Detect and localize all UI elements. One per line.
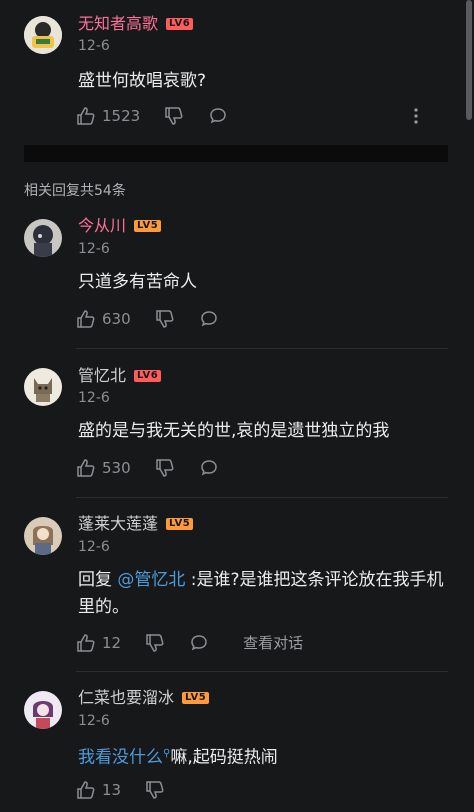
like-button[interactable]: 1523 (76, 106, 140, 126)
username-text[interactable]: 无知者高歌 (78, 14, 158, 34)
like-button[interactable]: 630 (76, 309, 131, 329)
username-text[interactable]: 仁菜也要溜冰 (78, 688, 174, 708)
avatar[interactable] (24, 517, 62, 555)
reply-button[interactable] (199, 458, 219, 478)
like-button[interactable]: 13 (76, 780, 121, 800)
comment-content: 盛的是与我无关的世,哀的是遗世独立的我 (78, 421, 390, 441)
divider (76, 348, 448, 349)
like-count: 1523 (102, 107, 141, 125)
like-count: 12 (102, 633, 122, 652)
reply-button[interactable] (208, 106, 228, 126)
dislike-button[interactable] (164, 106, 184, 126)
comment-bubble-icon (210, 108, 226, 124)
more-vertical-icon (414, 108, 418, 124)
level-badge: LV5 (134, 220, 162, 232)
comment-date: 12-6 (78, 241, 110, 257)
search-link[interactable]: 我看没什么 (78, 748, 163, 768)
username-text[interactable]: 今从川 (78, 216, 126, 236)
username-text[interactable]: 管忆北 (78, 366, 126, 386)
comment-bubble-icon (200, 460, 217, 476)
dislike-button[interactable] (155, 458, 175, 478)
like-button[interactable]: 530 (76, 458, 131, 478)
like-button[interactable]: 12 (76, 633, 121, 653)
thumb-down-icon (146, 633, 164, 652)
reply-button[interactable] (189, 633, 209, 653)
thumb-up-icon (77, 459, 95, 477)
section-separator (24, 145, 448, 162)
avatar[interactable] (24, 16, 62, 54)
thumb-down-icon (155, 310, 174, 328)
comment-actions: 530 (76, 458, 243, 478)
reply-button[interactable] (199, 309, 219, 329)
comment-date: 12-6 (78, 38, 110, 54)
thumb-up-icon (77, 633, 95, 652)
thumb-up-icon (77, 107, 95, 125)
comment-actions: 13 (76, 780, 189, 800)
dislike-button[interactable] (155, 309, 175, 329)
scrollbar[interactable] (466, 0, 472, 120)
divider (76, 671, 448, 672)
like-count: 630 (102, 310, 131, 328)
thumb-down-icon (155, 459, 174, 477)
dislike-button[interactable] (145, 780, 165, 800)
username[interactable]: 今从川 LV5 (78, 216, 162, 236)
divider (76, 497, 448, 498)
level-badge: LV5 (166, 518, 194, 530)
username[interactable]: 无知者高歌 LV6 (78, 14, 194, 34)
avatar[interactable] (24, 691, 62, 729)
thumb-down-icon (146, 781, 164, 799)
comment-content: 只道多有苦命人 (78, 272, 197, 292)
comment-content: 我看没什么⚲嘛,起码挺热闹 (78, 740, 458, 772)
level-badge: LV5 (182, 692, 210, 704)
more-button[interactable] (414, 108, 418, 128)
comment-content: 回复 @管忆北 :是谁?是谁把这条评论放在我手机里的。 (78, 567, 458, 621)
comment-bubble-icon (200, 311, 217, 327)
username[interactable]: 仁菜也要溜冰 LV5 (78, 688, 210, 708)
comment-bubble-icon (191, 634, 207, 650)
like-count: 13 (102, 781, 122, 799)
username-text[interactable]: 蓬莱大莲蓬 (78, 514, 158, 534)
comment-content: 盛世何故唱哀歌? (78, 71, 207, 91)
mention-link[interactable]: @管忆北 (117, 570, 185, 590)
username[interactable]: 管忆北 LV6 (78, 366, 162, 386)
level-badge: LV6 (166, 18, 194, 30)
reply-prefix: 回复 (78, 570, 118, 590)
replies-count-header: 相关回复共54条 (24, 183, 126, 199)
dislike-button[interactable] (145, 633, 165, 653)
avatar[interactable] (24, 219, 62, 257)
comment-date: 12-6 (78, 713, 110, 729)
thumb-up-icon (77, 781, 95, 799)
avatar[interactable] (24, 368, 62, 406)
reply-text: 嘛,起码挺热闹 (170, 747, 278, 768)
level-badge: LV6 (134, 370, 162, 382)
username[interactable]: 蓬莱大莲蓬 LV5 (78, 514, 194, 534)
like-count: 530 (102, 459, 131, 477)
thumb-down-icon (165, 107, 183, 125)
comment-date: 12-6 (78, 539, 110, 555)
comment-actions: 12 查看对话 (76, 632, 303, 653)
comment-actions: 1523 (76, 106, 252, 126)
view-conversation-link[interactable]: 查看对话 (243, 632, 303, 653)
comment-actions: 630 (76, 309, 243, 329)
thumb-up-icon (77, 310, 95, 328)
comment-date: 12-6 (78, 390, 110, 406)
